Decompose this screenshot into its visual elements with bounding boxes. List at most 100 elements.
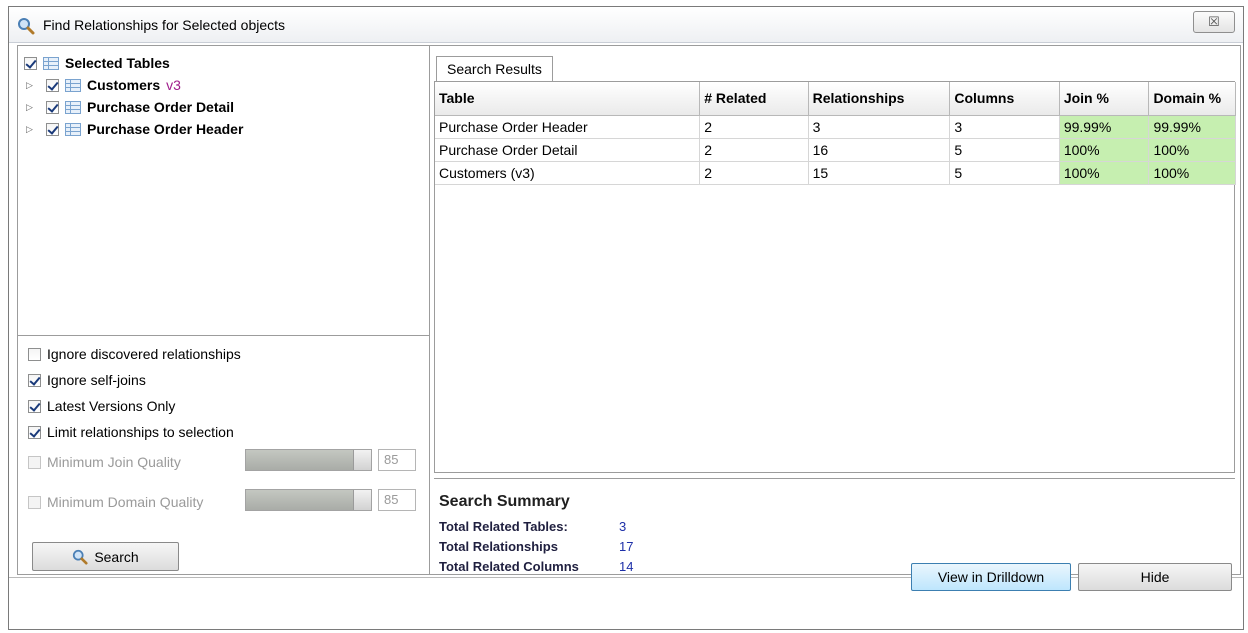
option-label: Limit relationships to selection: [47, 424, 234, 440]
table-cell: Customers (v3): [435, 161, 701, 185]
table-cell: 5: [949, 161, 1060, 185]
summary-key: Total Relationships: [439, 539, 558, 554]
magnifier-icon: [18, 18, 35, 35]
window-title: Find Relationships for Selected objects: [43, 17, 286, 33]
summary-title: Search Summary: [439, 493, 570, 510]
slider-handle[interactable]: [353, 450, 371, 470]
min-domain-quality-checkbox[interactable]: [28, 495, 41, 509]
table-cell: 5: [949, 138, 1060, 162]
table-row[interactable]: Purchase Order Header 2 3 3 99.99% 99.99…: [435, 115, 1236, 139]
tree-item-checkbox[interactable]: [46, 78, 59, 92]
column-header[interactable]: Domain %: [1148, 82, 1236, 116]
summary-value: 17: [619, 539, 634, 554]
table-row[interactable]: Purchase Order Detail 2 16 5 100% 100%: [435, 138, 1236, 162]
table-cell: Purchase Order Detail: [435, 138, 701, 162]
limit-to-selection-checkbox[interactable]: [28, 425, 41, 439]
version-label: v3: [166, 77, 181, 93]
tree-item-label: Customers: [87, 77, 161, 93]
summary-value: 3: [619, 519, 627, 534]
tree-item-customers[interactable]: ▷ Customers v3: [26, 74, 181, 96]
summary-row-related-tables: Total Related Tables: 3: [439, 519, 626, 534]
table-icon: [65, 78, 81, 92]
close-icon: ☒: [1208, 14, 1220, 29]
selected-tables-tree: Selected Tables ▷ Customers v3 ▷ Purchas…: [18, 46, 429, 336]
dialog-content: Selected Tables ▷ Customers v3 ▷ Purchas…: [9, 43, 1243, 578]
tree-root-label: Selected Tables: [65, 55, 170, 71]
root-checkbox[interactable]: [24, 56, 37, 70]
option-ignore-discovered[interactable]: Ignore discovered relationships: [28, 346, 241, 362]
option-limit-to-selection[interactable]: Limit relationships to selection: [28, 424, 234, 440]
tree-item-purchase-order-header[interactable]: ▷ Purchase Order Header: [26, 118, 243, 140]
tab-search-results[interactable]: Search Results: [436, 56, 553, 82]
table-cell: 2: [699, 115, 809, 139]
search-button[interactable]: Search: [32, 542, 179, 571]
results-grid: Table # Related Relationships Columns Jo…: [434, 81, 1236, 473]
tree-item-checkbox[interactable]: [46, 100, 59, 114]
min-join-quality-checkbox[interactable]: [28, 455, 41, 469]
right-panel: Search Results Table # Related Relations…: [430, 45, 1241, 575]
table-cell: 3: [949, 115, 1060, 139]
option-latest-versions[interactable]: Latest Versions Only: [28, 398, 175, 414]
option-ignore-self-joins[interactable]: Ignore self-joins: [28, 372, 146, 388]
tree-item-checkbox[interactable]: [46, 122, 59, 136]
min-domain-quality-slider[interactable]: [245, 489, 372, 511]
table-cell: 99.99%: [1148, 115, 1236, 139]
min-join-quality-field[interactable]: 85: [378, 449, 416, 471]
table-row[interactable]: Customers (v3) 2 15 5 100% 100%: [435, 161, 1236, 185]
results-table: Table # Related Relationships Columns Jo…: [435, 82, 1236, 185]
summary-key: Total Related Tables:: [439, 519, 568, 534]
option-label: Latest Versions Only: [47, 398, 176, 414]
ignore-self-joins-checkbox[interactable]: [28, 373, 41, 387]
ignore-discovered-checkbox[interactable]: [28, 347, 41, 361]
summary-key: Total Related Columns: [439, 559, 579, 574]
table-cell: 99.99%: [1059, 115, 1150, 139]
expand-arrow-icon[interactable]: ▷: [26, 102, 38, 113]
expand-arrow-icon[interactable]: ▷: [26, 80, 38, 91]
expand-arrow-icon[interactable]: ▷: [26, 124, 38, 135]
search-button-label: Search: [94, 548, 139, 565]
table-cell: 2: [699, 161, 809, 185]
table-icon: [43, 56, 59, 70]
table-cell: 16: [808, 138, 951, 162]
table-header-row: Table # Related Relationships Columns Jo…: [435, 82, 1236, 116]
table-icon: [65, 122, 81, 136]
table-cell: 15: [808, 161, 951, 185]
hide-button[interactable]: Hide: [1078, 563, 1232, 591]
column-header[interactable]: Relationships: [808, 82, 951, 116]
tree-item-purchase-order-detail[interactable]: ▷ Purchase Order Detail: [26, 96, 234, 118]
slider-handle[interactable]: [353, 490, 371, 510]
magnifier-icon: [73, 549, 88, 565]
option-label: Minimum Domain Quality: [47, 494, 204, 510]
option-label: Ignore self-joins: [47, 372, 146, 388]
column-header[interactable]: Join %: [1059, 82, 1150, 116]
close-button[interactable]: ☒: [1193, 11, 1235, 33]
table-cell: 100%: [1148, 161, 1236, 185]
results-tabstrip: Search Results: [430, 46, 1240, 82]
table-cell: 2: [699, 138, 809, 162]
summary-row-related-columns: Total Related Columns 14: [439, 559, 633, 574]
option-label: Minimum Join Quality: [47, 454, 181, 470]
option-min-domain-quality[interactable]: Minimum Domain Quality: [28, 494, 203, 510]
search-summary: Search Summary Total Related Tables: 3 T…: [434, 478, 1235, 574]
tree-root[interactable]: Selected Tables: [24, 52, 170, 74]
table-cell: Purchase Order Header: [435, 115, 701, 139]
min-join-quality-slider[interactable]: [245, 449, 372, 471]
table-cell: 100%: [1059, 138, 1150, 162]
view-in-drilldown-button[interactable]: View in Drilldown: [911, 563, 1071, 591]
latest-versions-checkbox[interactable]: [28, 399, 41, 413]
option-min-join-quality[interactable]: Minimum Join Quality: [28, 454, 181, 470]
option-label: Ignore discovered relationships: [47, 346, 241, 362]
column-header[interactable]: Columns: [949, 82, 1060, 116]
table-icon: [65, 100, 81, 114]
min-domain-quality-field[interactable]: 85: [378, 489, 416, 511]
table-cell: 3: [808, 115, 951, 139]
table-cell: 100%: [1148, 138, 1236, 162]
tree-item-label: Purchase Order Detail: [87, 99, 235, 115]
title-bar: Find Relationships for Selected objects …: [9, 7, 1243, 43]
left-panel: Selected Tables ▷ Customers v3 ▷ Purchas…: [17, 45, 430, 575]
column-header[interactable]: # Related: [699, 82, 809, 116]
search-options: Ignore discovered relationships Ignore s…: [18, 336, 429, 574]
tree-item-label: Purchase Order Header: [87, 121, 244, 137]
column-header[interactable]: Table: [435, 82, 701, 116]
summary-value: 14: [619, 559, 634, 574]
